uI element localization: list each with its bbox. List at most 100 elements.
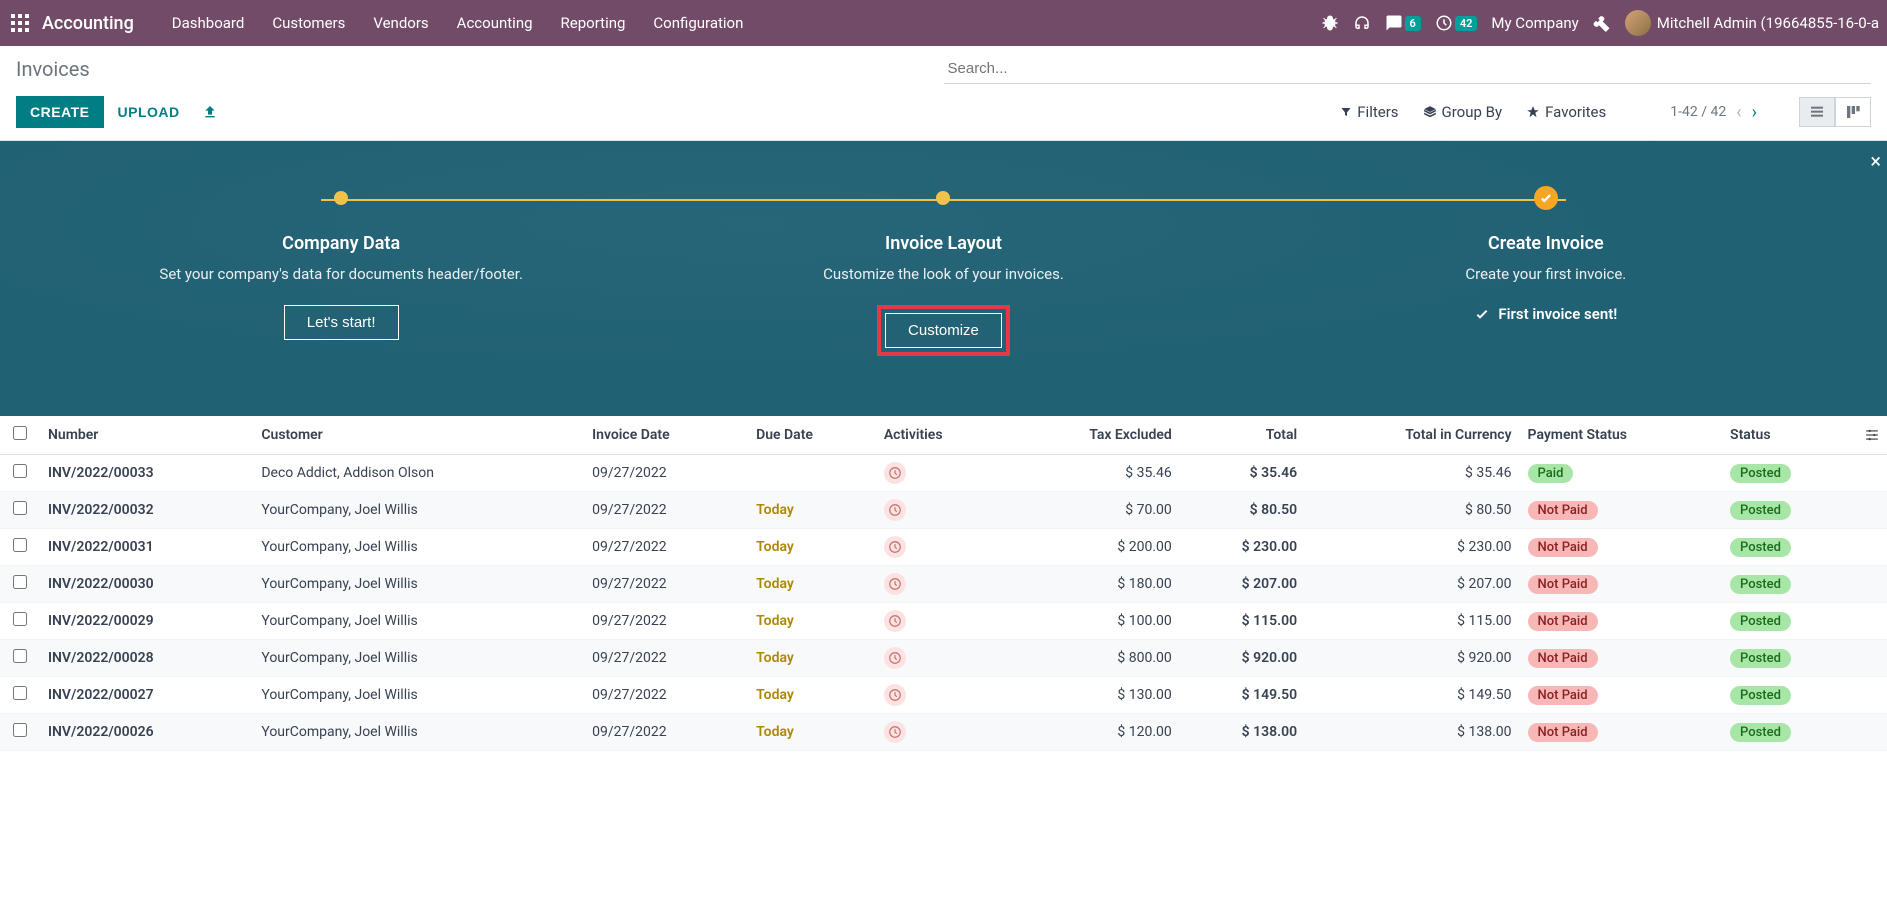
cell-tax-excluded: $ 120.00 <box>1007 714 1180 751</box>
due-date-value: Today <box>756 724 794 740</box>
col-payment-status[interactable]: Payment Status <box>1520 416 1723 455</box>
table-row[interactable]: INV/2022/00028YourCompany, Joel Willis09… <box>0 640 1887 677</box>
upload-icon[interactable] <box>202 104 218 120</box>
col-tax-excluded[interactable]: Tax Excluded <box>1007 416 1180 455</box>
row-checkbox[interactable] <box>13 501 27 515</box>
row-checkbox[interactable] <box>13 649 27 663</box>
step-dot <box>334 191 348 205</box>
cell-total: $ 207.00 <box>1180 566 1305 603</box>
onboarding-banner: × Company Data Set your company's data f… <box>0 141 1887 416</box>
cell-tax-excluded: $ 100.00 <box>1007 603 1180 640</box>
clock-icon[interactable] <box>884 536 906 558</box>
cell-total: $ 920.00 <box>1180 640 1305 677</box>
messages-icon[interactable]: 6 <box>1385 14 1421 32</box>
col-invoice-date[interactable]: Invoice Date <box>584 416 748 455</box>
nav-item-reporting[interactable]: Reporting <box>547 2 640 44</box>
row-checkbox[interactable] <box>13 575 27 589</box>
cell-activities <box>876 455 1007 492</box>
row-checkbox[interactable] <box>13 538 27 552</box>
row-checkbox[interactable] <box>13 686 27 700</box>
tools-icon[interactable] <box>1593 14 1611 32</box>
table-row[interactable]: INV/2022/00031YourCompany, Joel Willis09… <box>0 529 1887 566</box>
row-checkbox[interactable] <box>13 612 27 626</box>
payment-badge: Paid <box>1528 464 1574 483</box>
company-switcher[interactable]: My Company <box>1491 14 1578 32</box>
upload-button[interactable]: UPLOAD <box>104 96 194 128</box>
groupby-label: Group By <box>1442 103 1503 121</box>
nav-item-dashboard[interactable]: Dashboard <box>158 2 259 44</box>
row-checkbox[interactable] <box>13 464 27 478</box>
clock-icon[interactable] <box>884 721 906 743</box>
status-badge: Posted <box>1730 686 1791 705</box>
col-total-currency[interactable]: Total in Currency <box>1305 416 1519 455</box>
cell-invoice-date: 09/27/2022 <box>584 714 748 751</box>
clock-icon[interactable] <box>884 499 906 521</box>
search-options: Filters Group By Favorites 1-42 / 42 ‹ › <box>1340 97 1871 127</box>
col-number[interactable]: Number <box>40 416 253 455</box>
cell-invoice-date: 09/27/2022 <box>584 603 748 640</box>
status-badge: Posted <box>1730 649 1791 668</box>
favorites-button[interactable]: Favorites <box>1526 103 1606 121</box>
user-name: Mitchell Admin (19664855-16-0-a <box>1657 14 1879 32</box>
due-date-value: Today <box>756 650 794 666</box>
kanban-view-button[interactable] <box>1835 97 1871 127</box>
row-checkbox[interactable] <box>13 723 27 737</box>
lets-start-button[interactable]: Let's start! <box>284 305 399 340</box>
nav-item-accounting[interactable]: Accounting <box>443 2 547 44</box>
cell-invoice-date: 09/27/2022 <box>584 529 748 566</box>
cell-status: Posted <box>1722 492 1857 529</box>
nav-item-vendors[interactable]: Vendors <box>359 2 442 44</box>
create-button[interactable]: CREATE <box>16 96 104 128</box>
pager-prev[interactable]: ‹ <box>1736 102 1741 123</box>
cell-customer: YourCompany, Joel Willis <box>253 677 584 714</box>
pager-next[interactable]: › <box>1752 102 1757 123</box>
filters-button[interactable]: Filters <box>1340 103 1398 121</box>
debug-icon[interactable] <box>1321 14 1339 32</box>
cell-invoice-date: 09/27/2022 <box>584 455 748 492</box>
nav-item-configuration[interactable]: Configuration <box>639 2 757 44</box>
col-due-date[interactable]: Due Date <box>748 416 876 455</box>
table-row[interactable]: INV/2022/00030YourCompany, Joel Willis09… <box>0 566 1887 603</box>
col-status[interactable]: Status <box>1722 416 1857 455</box>
payment-badge: Not Paid <box>1528 686 1598 705</box>
user-menu[interactable]: Mitchell Admin (19664855-16-0-a <box>1625 10 1879 36</box>
table-row[interactable]: INV/2022/00026YourCompany, Joel Willis09… <box>0 714 1887 751</box>
done-label: First invoice sent! <box>1498 305 1617 323</box>
col-activities[interactable]: Activities <box>876 416 1007 455</box>
select-all-checkbox[interactable] <box>13 426 27 440</box>
cell-status: Posted <box>1722 455 1857 492</box>
avatar <box>1625 10 1651 36</box>
list-view-button[interactable] <box>1799 97 1835 127</box>
pager-value[interactable]: 1-42 / 42 <box>1670 104 1726 120</box>
cell-number: INV/2022/00028 <box>40 640 253 677</box>
groupby-button[interactable]: Group By <box>1423 103 1503 121</box>
clock-icon[interactable] <box>884 684 906 706</box>
table-row[interactable]: INV/2022/00029YourCompany, Joel Willis09… <box>0 603 1887 640</box>
clock-icon[interactable] <box>884 647 906 669</box>
cell-due-date: Today <box>748 566 876 603</box>
col-customer[interactable]: Customer <box>253 416 584 455</box>
column-settings-icon[interactable] <box>1857 416 1887 455</box>
customize-button[interactable]: Customize <box>885 313 1002 348</box>
cell-total-currency: $ 920.00 <box>1305 640 1519 677</box>
nav-item-customers[interactable]: Customers <box>258 2 359 44</box>
clock-icon[interactable] <box>884 573 906 595</box>
clock-icon[interactable] <box>884 610 906 632</box>
cell-number: INV/2022/00032 <box>40 492 253 529</box>
invoice-list: Number Customer Invoice Date Due Date Ac… <box>0 416 1887 751</box>
clock-icon[interactable] <box>884 462 906 484</box>
cell-customer: YourCompany, Joel Willis <box>253 492 584 529</box>
table-row[interactable]: INV/2022/00032YourCompany, Joel Willis09… <box>0 492 1887 529</box>
cell-tax-excluded: $ 180.00 <box>1007 566 1180 603</box>
table-row[interactable]: INV/2022/00027YourCompany, Joel Willis09… <box>0 677 1887 714</box>
activities-icon[interactable]: 42 <box>1435 14 1478 32</box>
table-row[interactable]: INV/2022/00033Deco Addict, Addison Olson… <box>0 455 1887 492</box>
cell-number: INV/2022/00031 <box>40 529 253 566</box>
support-icon[interactable] <box>1353 14 1371 32</box>
search-input[interactable] <box>944 54 1872 84</box>
status-badge: Posted <box>1730 464 1791 483</box>
col-total[interactable]: Total <box>1180 416 1305 455</box>
app-brand[interactable]: Accounting <box>42 13 134 34</box>
onboarding-step-create: Create Invoice Create your first invoice… <box>1356 191 1736 323</box>
apps-icon[interactable] <box>8 11 32 35</box>
